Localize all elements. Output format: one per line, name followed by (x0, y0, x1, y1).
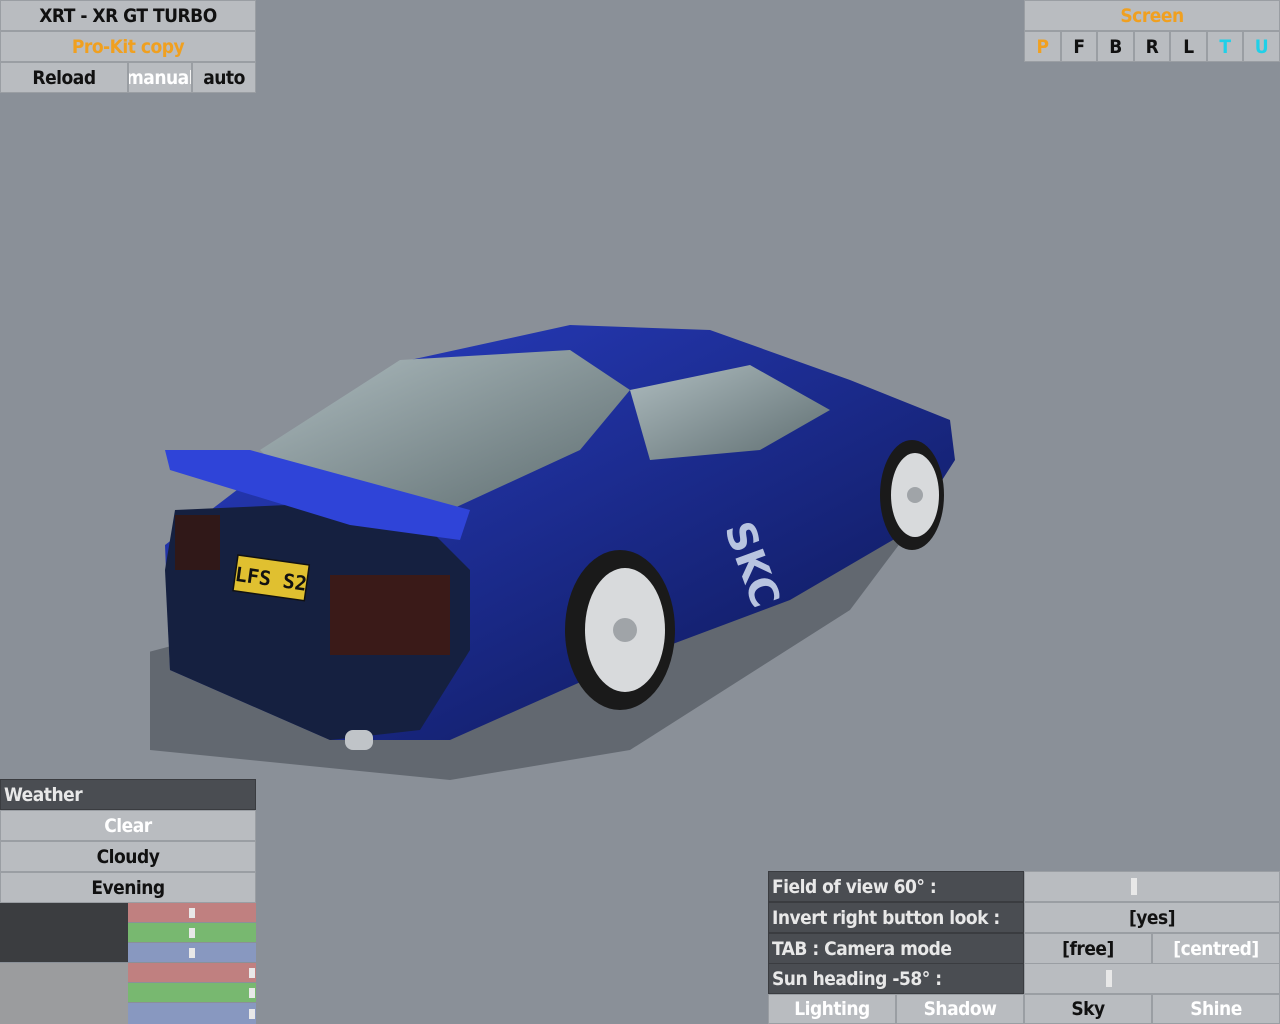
car-rear-wheel (565, 550, 675, 710)
manual-button[interactable]: manual (128, 62, 192, 93)
car-model-view[interactable]: LFS S2 SKC (150, 310, 970, 780)
auto-button[interactable]: auto (192, 62, 256, 93)
car-tail-light-left (175, 515, 220, 570)
slider-knob[interactable] (249, 968, 255, 978)
slider-knob[interactable] (1131, 878, 1137, 895)
fov-slider[interactable] (1024, 871, 1280, 902)
slider-knob[interactable] (189, 908, 195, 918)
slider-knob[interactable] (189, 928, 195, 938)
screen-button-t[interactable]: T (1207, 31, 1243, 62)
color2-blue-slider[interactable] (128, 1003, 256, 1024)
screen-panel-title: Screen (1024, 0, 1280, 31)
color1-red-slider[interactable] (128, 903, 256, 922)
screen-button-p[interactable]: P (1024, 31, 1061, 62)
fov-label: Field of view 60° : (768, 871, 1024, 902)
slider-knob[interactable] (1106, 970, 1112, 987)
tab-lighting[interactable]: Lighting (768, 994, 896, 1024)
invert-look-toggle[interactable]: [yes] (1024, 902, 1280, 933)
weather-color-swatch-2 (0, 963, 128, 1024)
slider-knob[interactable] (249, 1009, 255, 1019)
skin-name-button[interactable]: Pro-Kit copy (0, 31, 256, 62)
screen-button-f[interactable]: F (1061, 31, 1097, 62)
weather-panel-title: Weather (0, 779, 256, 810)
weather-option-clear[interactable]: Clear (0, 810, 256, 841)
sun-heading-slider[interactable] (1024, 963, 1280, 994)
reload-button[interactable]: Reload (0, 62, 128, 93)
screen-button-r[interactable]: R (1134, 31, 1170, 62)
color2-red-slider[interactable] (128, 963, 256, 982)
slider-knob[interactable] (189, 948, 195, 958)
screen-button-u[interactable]: U (1243, 31, 1280, 62)
car-exhaust (345, 730, 373, 750)
car-front-wheel (880, 440, 944, 550)
tab-shadow[interactable]: Shadow (896, 994, 1024, 1024)
weather-color-swatch-1 (0, 903, 128, 962)
screen-button-l[interactable]: L (1170, 31, 1207, 62)
sun-heading-label: Sun heading -58° : (768, 963, 1024, 994)
color2-green-slider[interactable] (128, 983, 256, 1002)
tab-shine[interactable]: Shine (1152, 994, 1280, 1024)
camera-mode-centred-button[interactable]: [centred] (1152, 933, 1280, 964)
slider-knob[interactable] (249, 988, 255, 998)
invert-look-label: Invert right button look : (768, 902, 1024, 933)
camera-mode-label: TAB : Camera mode (768, 933, 1024, 964)
screen-button-b[interactable]: B (1097, 31, 1134, 62)
camera-mode-free-button[interactable]: [free] (1024, 933, 1152, 964)
color1-blue-slider[interactable] (128, 943, 256, 962)
weather-option-cloudy[interactable]: Cloudy (0, 841, 256, 872)
tab-sky[interactable]: Sky (1024, 994, 1152, 1024)
color1-green-slider[interactable] (128, 923, 256, 942)
weather-option-evening[interactable]: Evening (0, 872, 256, 903)
car-tail-light-right (330, 575, 450, 655)
car-name-label: XRT - XR GT TURBO (0, 0, 256, 31)
